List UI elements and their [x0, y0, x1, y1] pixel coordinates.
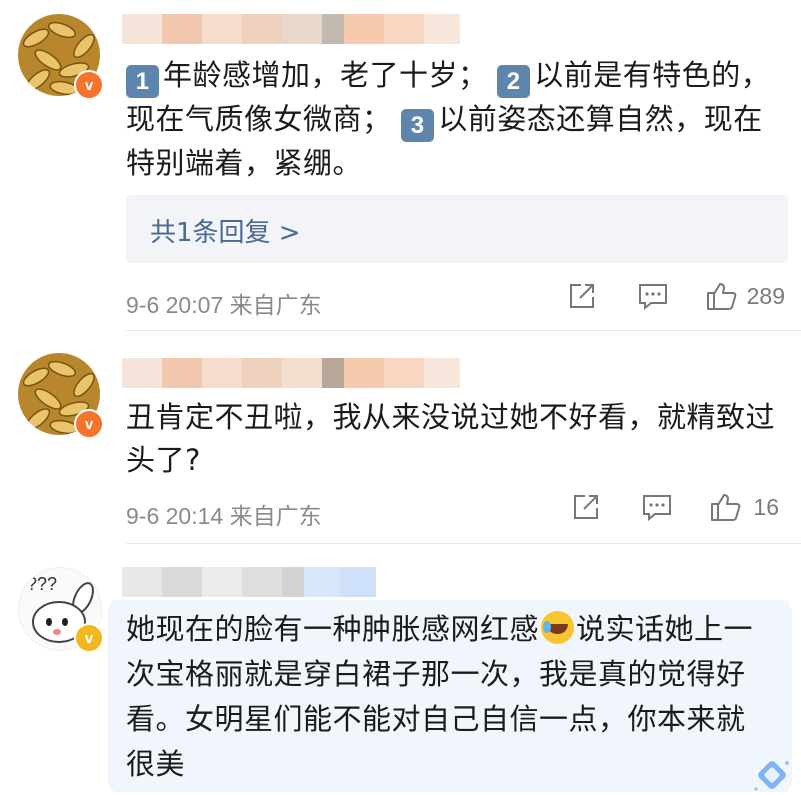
comment-meta: 9-6 20:07 来自广东 [126, 286, 322, 320]
comment-button[interactable] [641, 492, 673, 522]
divider [126, 543, 801, 544]
comment-3: ??? v 她现在的脸有一种肿胀感网红感 说实话她上一次宝格丽就是穿白裙子那一次，… [0, 545, 801, 792]
comment-icon [638, 284, 667, 311]
comment-meta: 9-6 20:14 来自广东 [126, 497, 322, 531]
location: 来自广东 [229, 503, 322, 529]
timestamp: 9-6 20:07 [126, 292, 224, 318]
timestamp: 9-6 20:14 [126, 503, 224, 529]
share-icon [574, 495, 599, 519]
view-replies-link[interactable]: 共1条回复 > [150, 212, 301, 249]
username-blurred[interactable] [122, 358, 460, 388]
number-badge-2: 2 [497, 65, 531, 98]
verified-badge: v [74, 409, 104, 439]
like-count: 16 [753, 493, 779, 520]
share-button[interactable] [567, 281, 597, 311]
comment-text-part: 年龄感增加，老了十岁； [163, 58, 488, 92]
thumbs-up-icon [706, 283, 737, 310]
verified-badge: v [74, 70, 104, 100]
location: 来自广东 [229, 292, 322, 318]
number-badge-1: 1 [126, 65, 159, 98]
comment-text: 她现在的脸有一种肿胀感网红感 说实话她上一次宝格丽就是穿白裙子那一次，我是真的觉得… [126, 607, 771, 787]
like-button[interactable]: 289 [705, 280, 785, 312]
comment-2: v 丑肯定不丑啦，我从来没说过她不好看，就精致过头了? 9-6 20:14 来自… [0, 330, 801, 545]
action-bar: 16 [571, 491, 779, 523]
comment-button[interactable] [637, 281, 669, 311]
reply-thread-box[interactable]: 共1条回复 > [126, 195, 788, 263]
comment-text: 丑肯定不丑啦，我从来没说过她不好看，就精致过头了? [126, 400, 776, 477]
thumbs-up-icon [711, 494, 741, 521]
number-badge-3: 3 [401, 109, 435, 142]
question-marks: ??? [27, 574, 57, 594]
share-icon [569, 284, 594, 308]
comment-text-part: 她现在的脸有一种肿胀感网红感 [126, 612, 540, 646]
share-button[interactable] [571, 492, 601, 522]
like-button[interactable]: 16 [709, 491, 779, 523]
comment-icon [643, 495, 672, 522]
verified-badge: v [74, 623, 104, 653]
like-count: 289 [746, 282, 785, 309]
diamond-sparkle-icon[interactable] [752, 755, 792, 795]
username-blurred[interactable] [122, 567, 376, 597]
action-bar: 289 [567, 280, 785, 312]
comment-1: v 1 年龄感增加，老了十岁； 2 以前是有特色的，现在气质像女微商； 3 以前姿态还… [0, 0, 801, 331]
username-blurred[interactable] [122, 14, 460, 44]
laugh-cry-emoji-icon [541, 611, 575, 644]
comment-text: 1 年龄感增加，老了十岁； 2 以前是有特色的，现在气质像女微商； 3 以前姿态还算自… [126, 54, 776, 185]
